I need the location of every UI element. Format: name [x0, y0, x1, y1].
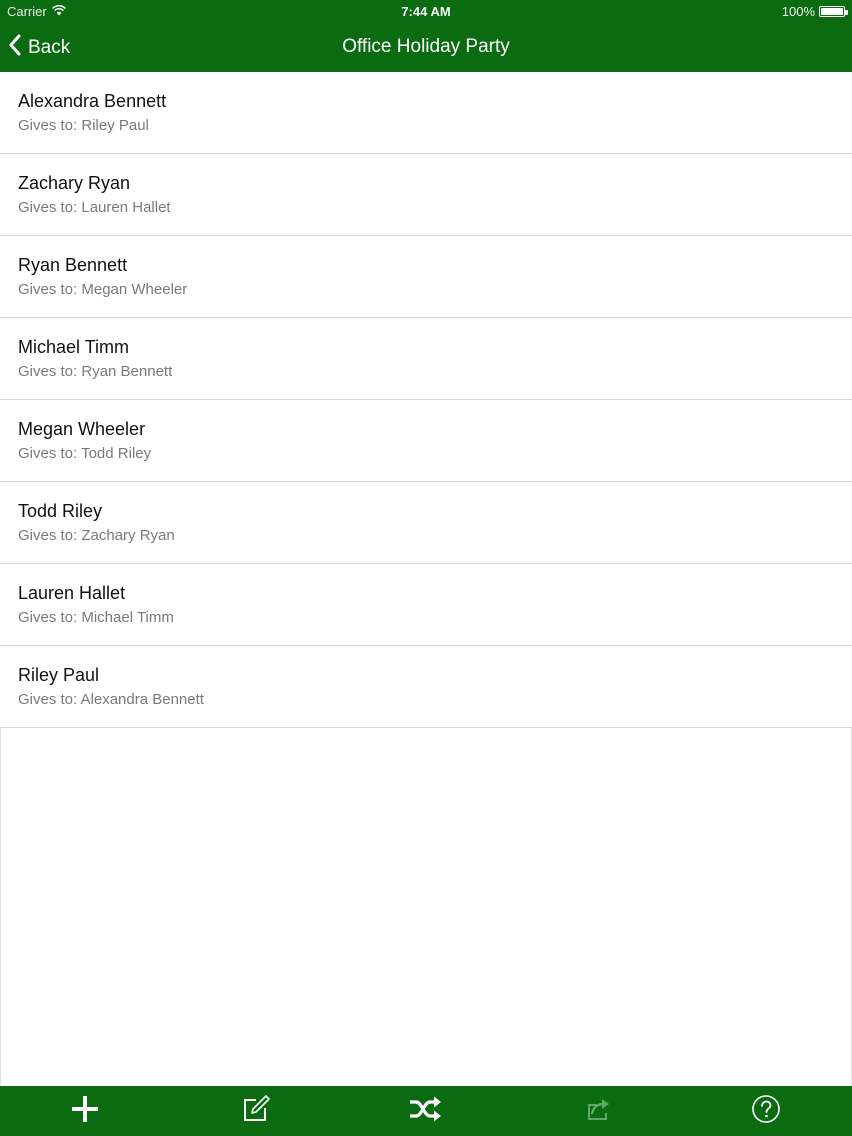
- app-screen: Carrier 7:44 AM 100% Back Office Holiday…: [0, 0, 852, 1136]
- shuffle-button[interactable]: [407, 1094, 443, 1128]
- shuffle-icon: [408, 1095, 442, 1128]
- gives-to-prefix: Gives to:: [18, 199, 82, 216]
- assignment-list: Alexandra Bennett Gives to: Riley Paul Z…: [0, 72, 852, 728]
- bottom-toolbar: [0, 1086, 852, 1136]
- status-time: 7:44 AM: [401, 4, 451, 19]
- gives-to-prefix: Gives to:: [18, 527, 82, 544]
- gives-to-text: Gives to: Zachary Ryan: [18, 527, 175, 544]
- recipient-name: Megan Wheeler: [81, 281, 188, 298]
- battery-percent: 100%: [781, 4, 815, 19]
- list-item[interactable]: Alexandra Bennett Gives to: Riley Paul: [0, 72, 852, 154]
- gives-to-prefix: Gives to:: [18, 691, 81, 708]
- gives-to-text: Gives to: Lauren Hallet: [18, 199, 171, 216]
- list-item[interactable]: Megan Wheeler Gives to: Todd Riley: [0, 400, 852, 482]
- recipient-name: Michael Timm: [81, 609, 174, 626]
- list-item[interactable]: Todd Riley Gives to: Zachary Ryan: [0, 482, 852, 564]
- recipient-name: Zachary Ryan: [81, 527, 175, 544]
- battery-icon: [819, 6, 848, 17]
- gives-to-text: Gives to: Riley Paul: [18, 117, 149, 134]
- list-item[interactable]: Michael Timm Gives to: Ryan Bennett: [0, 318, 852, 400]
- gives-to-prefix: Gives to:: [18, 117, 82, 134]
- participant-name: Riley Paul: [18, 665, 100, 685]
- gives-to-text: Gives to: Alexandra Bennett: [18, 691, 204, 708]
- battery-indicator: 100%: [781, 4, 848, 19]
- gives-to-prefix: Gives to:: [18, 609, 82, 626]
- share-icon: [580, 1095, 610, 1128]
- participant-name: Lauren Hallet: [18, 583, 126, 603]
- plus-icon: [70, 1094, 100, 1129]
- gives-to-text: Gives to: Megan Wheeler: [18, 281, 187, 298]
- status-bar: Carrier 7:44 AM 100%: [0, 0, 852, 24]
- share-button[interactable]: [577, 1094, 613, 1128]
- edit-icon: [240, 1094, 270, 1129]
- list-item[interactable]: Riley Paul Gives to: Alexandra Bennett: [0, 646, 852, 728]
- gives-to-prefix: Gives to:: [18, 445, 82, 462]
- recipient-name: Alexandra Bennett: [80, 691, 204, 708]
- help-icon: [751, 1094, 781, 1129]
- participant-name: Michael Timm: [18, 337, 130, 357]
- gives-to-prefix: Gives to:: [18, 281, 82, 298]
- recipient-name: Todd Riley: [81, 445, 152, 462]
- edit-button[interactable]: [237, 1094, 273, 1128]
- gives-to-prefix: Gives to:: [18, 363, 82, 380]
- page-title: Office Holiday Party: [342, 36, 510, 57]
- list-item[interactable]: Ryan Bennett Gives to: Megan Wheeler: [0, 236, 852, 318]
- recipient-name: Riley Paul: [81, 117, 149, 134]
- participant-name: Todd Riley: [18, 501, 103, 521]
- help-button[interactable]: [748, 1094, 784, 1128]
- list-item[interactable]: Zachary Ryan Gives to: Lauren Hallet: [0, 154, 852, 236]
- empty-list-area: [0, 728, 852, 1086]
- participant-name: Megan Wheeler: [18, 419, 146, 439]
- add-button[interactable]: [67, 1094, 103, 1128]
- participant-name: Alexandra Bennett: [18, 91, 167, 111]
- navigation-bar: Back Office Holiday Party: [0, 24, 852, 72]
- top-bar: Carrier 7:44 AM 100% Back Office Holiday…: [0, 0, 852, 72]
- list-item[interactable]: Lauren Hallet Gives to: Michael Timm: [0, 564, 852, 646]
- participant-name: Ryan Bennett: [18, 255, 128, 275]
- gives-to-text: Gives to: Michael Timm: [18, 609, 174, 626]
- recipient-name: Ryan Bennett: [81, 363, 173, 380]
- participant-name: Zachary Ryan: [18, 173, 131, 193]
- gives-to-text: Gives to: Ryan Bennett: [18, 363, 172, 380]
- recipient-name: Lauren Hallet: [81, 199, 171, 216]
- gives-to-text: Gives to: Todd Riley: [18, 445, 151, 462]
